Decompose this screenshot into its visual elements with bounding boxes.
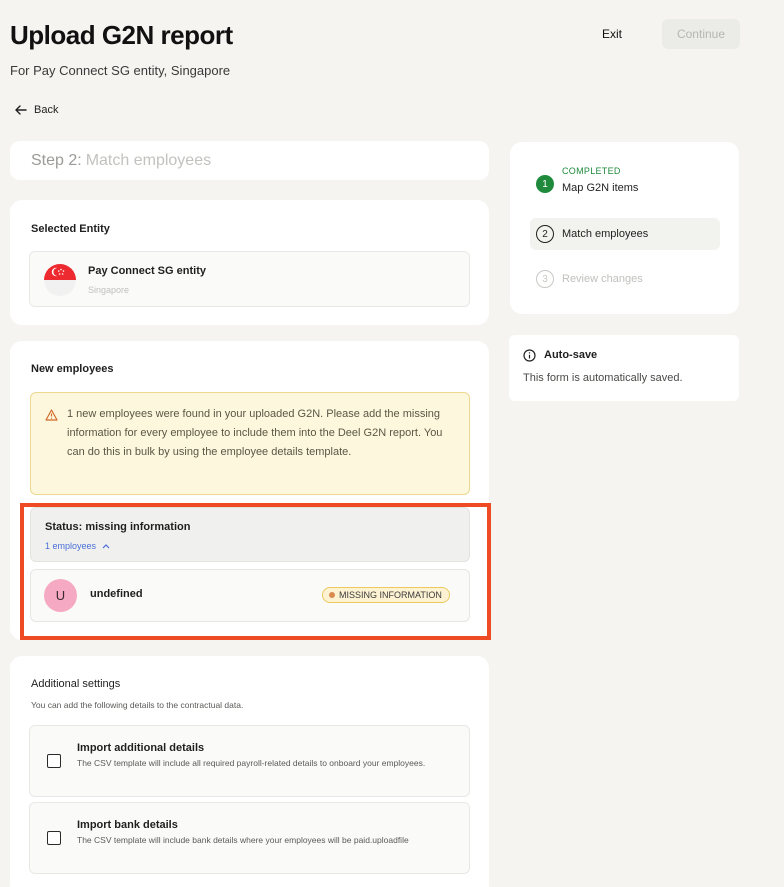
exit-button[interactable]: Exit: [591, 22, 633, 46]
autosave-description: This form is automatically saved.: [523, 372, 683, 384]
option-title: Import bank details: [77, 819, 178, 831]
info-icon: [523, 349, 536, 362]
employee-row[interactable]: U undefined MISSING INFORMATION: [30, 569, 470, 622]
step-label: Match employees: [562, 228, 649, 240]
page-subtitle: For Pay Connect SG entity, Singapore: [10, 63, 231, 78]
option-description: The CSV template will include bank detai…: [77, 835, 409, 845]
status-badge-label: MISSING INFORMATION: [339, 590, 442, 600]
autosave-title: Auto-save: [544, 349, 598, 361]
step-number-icon: 2: [536, 225, 554, 243]
warning-triangle-icon: [45, 409, 58, 421]
autosave-card: Auto-save This form is automatically sav…: [509, 335, 739, 401]
stepper-step-2[interactable]: 2 Match employees: [530, 218, 720, 250]
step-heading-card: Step 2: Match employees: [10, 141, 489, 180]
employee-name: undefined: [90, 588, 143, 600]
option-bank-details[interactable]: Import bank details The CSV template wil…: [29, 802, 470, 874]
entity-country: Singapore: [88, 285, 130, 295]
missing-info-alert: 1 new employees were found in your uploa…: [30, 392, 470, 495]
new-employees-title: New employees: [31, 363, 114, 375]
step-completed-tag: COMPLETED: [562, 166, 621, 176]
status-count-toggle[interactable]: 1 employees: [45, 541, 110, 551]
option-description: The CSV template will include all requir…: [77, 758, 426, 768]
status-count: 1 employees: [45, 541, 97, 551]
step-number-icon: 1: [536, 175, 554, 193]
bank-details-checkbox[interactable]: [47, 831, 61, 845]
new-employees-card: New employees 1 new employees were found…: [10, 341, 489, 640]
selected-entity-title: Selected Entity: [31, 223, 110, 235]
step-name: Match employees: [85, 151, 212, 169]
step-label: Map G2N items: [562, 182, 639, 194]
status-badge: MISSING INFORMATION: [322, 587, 450, 603]
avatar: U: [44, 579, 77, 612]
selected-entity-card: Selected Entity Pay Connect SG entity Si…: [10, 200, 489, 325]
option-additional-details[interactable]: Import additional details The CSV templa…: [29, 725, 470, 797]
stepper-step-1[interactable]: COMPLETED 1 Map G2N items: [530, 166, 720, 200]
additional-settings-description: You can add the following details to the…: [31, 700, 244, 710]
back-label: Back: [34, 104, 59, 116]
continue-button[interactable]: Continue: [662, 19, 740, 49]
status-dot-icon: [329, 592, 335, 598]
back-link[interactable]: Back: [14, 103, 58, 117]
additional-settings-title: Additional settings: [31, 678, 121, 690]
additional-settings-card: Additional settings You can add the foll…: [10, 656, 489, 887]
progress-stepper: COMPLETED 1 Map G2N items 2 Match employ…: [510, 142, 739, 314]
step-number: Step 2:: [31, 151, 82, 169]
entity-box: Pay Connect SG entity Singapore: [29, 251, 470, 307]
entity-name: Pay Connect SG entity: [88, 265, 206, 277]
alert-text: 1 new employees were found in your uploa…: [67, 408, 443, 458]
stepper-step-3: 3 Review changes: [530, 263, 720, 295]
arrow-left-icon: [15, 105, 27, 115]
option-title: Import additional details: [77, 742, 205, 754]
step-number-icon: 3: [536, 270, 554, 288]
additional-details-checkbox[interactable]: [47, 754, 61, 768]
singapore-flag-icon: [44, 264, 76, 296]
step-label: Review changes: [562, 273, 643, 285]
status-group-header[interactable]: Status: missing information 1 employees: [30, 507, 470, 562]
chevron-up-icon: [102, 544, 110, 549]
status-title: Status: missing information: [45, 521, 191, 533]
page-title: Upload G2N report: [10, 20, 233, 50]
